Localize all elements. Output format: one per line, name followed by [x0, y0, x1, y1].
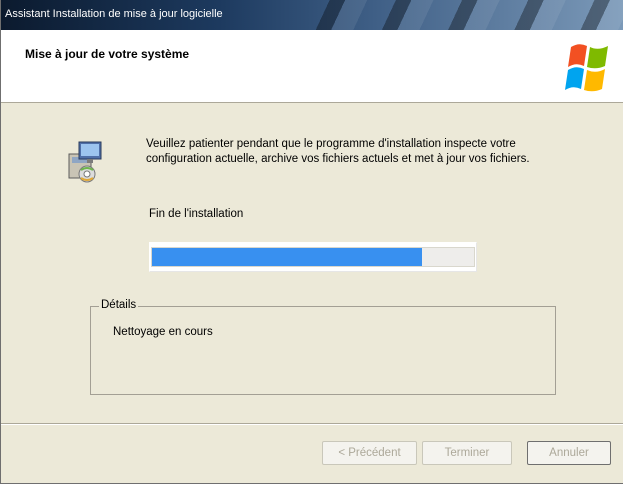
- title-bar-decoration: [301, 0, 623, 30]
- wizard-header: Mise à jour de votre système: [1, 30, 623, 103]
- installer-package-icon: [68, 141, 102, 183]
- installation-status-label: Fin de l'installation: [149, 208, 244, 220]
- details-legend: Détails: [99, 299, 139, 311]
- details-group: Détails Nettoyage en cours: [90, 299, 556, 395]
- installation-progress-bar: [149, 242, 477, 272]
- window-title: Assistant Installation de mise à jour lo…: [5, 8, 223, 20]
- footer-separator: [1, 423, 623, 425]
- windows-flag-icon: [565, 44, 608, 92]
- page-title: Mise à jour de votre système: [25, 47, 190, 61]
- details-status-text: Nettoyage en cours: [113, 326, 213, 338]
- progress-fill: [152, 248, 423, 266]
- previous-button[interactable]: < Précédent: [322, 441, 417, 465]
- cancel-button[interactable]: Annuler: [527, 441, 611, 465]
- title-bar[interactable]: Assistant Installation de mise à jour lo…: [1, 0, 623, 30]
- installer-window: Assistant Installation de mise à jour lo…: [0, 0, 623, 484]
- installation-description: Veuillez patienter pendant que le progra…: [146, 138, 530, 165]
- finish-button[interactable]: Terminer: [422, 441, 512, 465]
- progress-track: [151, 247, 475, 267]
